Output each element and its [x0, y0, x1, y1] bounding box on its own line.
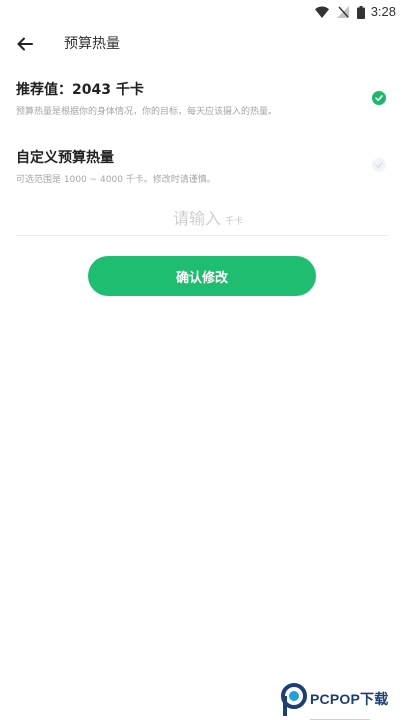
no-signal-icon [336, 6, 349, 18]
app-bar: 预算热量 [0, 28, 404, 60]
status-bar: 3:28 [0, 0, 404, 24]
recommended-option[interactable]: 推荐值：2043 千卡 预算热量是根据你的身体情况，你的目标，每天应该摄入的热量… [0, 76, 404, 128]
custom-option-description: 可选范围是 1000 ~ 4000 千卡。修改时请谨慎。 [16, 175, 216, 185]
back-button[interactable] [12, 32, 38, 58]
custom-option[interactable]: 自定义预算热量 可选范围是 1000 ~ 4000 千卡。修改时请谨慎。 [0, 144, 404, 190]
battery-icon [356, 5, 365, 19]
custom-option-title: 自定义预算热量 [16, 150, 114, 166]
confirm-button[interactable]: 确认修改 [88, 256, 316, 296]
calorie-input-row: 千卡 [16, 200, 388, 236]
page-title: 预算热量 [64, 36, 120, 52]
status-time: 3:28 [370, 4, 396, 19]
back-arrow-icon [17, 36, 33, 55]
calorie-input[interactable] [160, 209, 221, 229]
recommended-option-title: 推荐值：2043 千卡 [16, 82, 144, 98]
calorie-budget-screen: 3:28 预算热量 推荐值：2043 千卡 预算热量是根据你的身体情况，你的目标… [0, 0, 404, 720]
wifi-icon [314, 6, 329, 18]
recommended-option-description: 预算热量是根据你的身体情况，你的目标，每天应该摄入的热量。 [16, 107, 278, 117]
watermark-text: PCPOP下载 [310, 691, 389, 707]
status-icons: 3:28 [314, 4, 396, 20]
watermark: PCPOP下载 [280, 683, 402, 720]
watermark-logo-icon [280, 683, 308, 720]
watermark-underline [310, 707, 370, 720]
check-selected-icon[interactable] [372, 91, 386, 105]
calorie-input-unit: 千卡 [224, 217, 243, 227]
check-unselected-icon[interactable] [372, 158, 386, 172]
